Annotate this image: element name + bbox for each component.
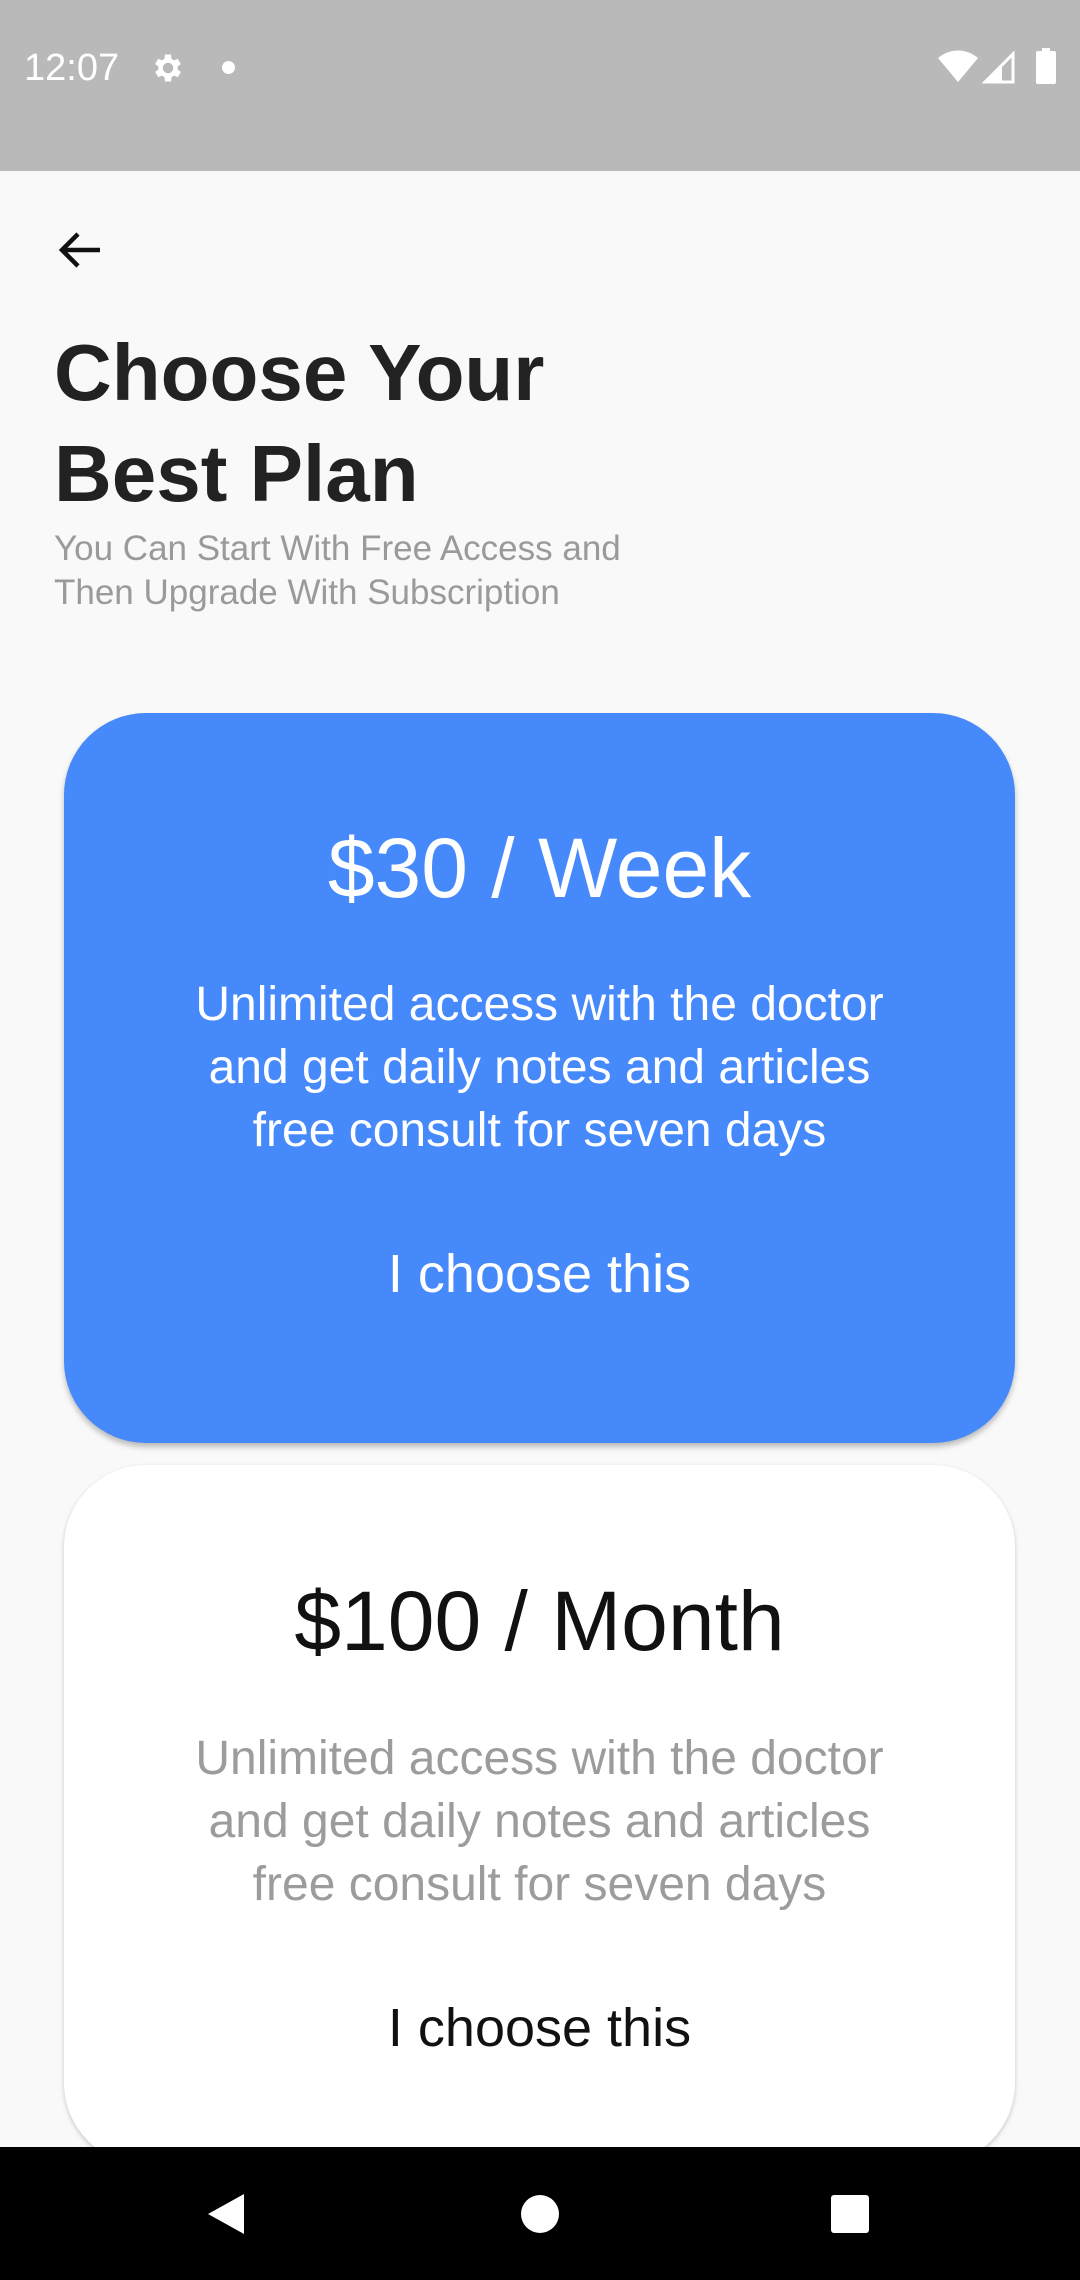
- plan-description-line-3: free consult for seven days: [252, 1104, 827, 1157]
- page-title-line-2: Best Plan: [54, 429, 419, 518]
- page-title-line-1: Choose Your: [54, 328, 545, 417]
- status-bar: 12:07: [0, 0, 1080, 171]
- choose-plan-button[interactable]: I choose this: [64, 1239, 1015, 1309]
- status-time: 12:07: [24, 47, 120, 89]
- battery-icon: [1036, 48, 1056, 84]
- nav-home-icon: [521, 2194, 559, 2233]
- nav-back-button[interactable]: [146, 2147, 306, 2280]
- plan-description-line-1: Unlimited access with the doctor: [195, 978, 884, 1031]
- plan-description: Unlimited access with the doctor and get…: [104, 973, 975, 1162]
- page-subtitle: You Can Start With Free Access and Then …: [54, 527, 774, 615]
- page-title: Choose Your Best Plan: [54, 322, 754, 524]
- plan-description: Unlimited access with the doctor and get…: [104, 1727, 975, 1916]
- nav-recents-icon: [831, 2194, 869, 2233]
- system-navigation-bar: [0, 2147, 1080, 2280]
- plan-description-line-3: free consult for seven days: [252, 1858, 827, 1911]
- settings-gear-icon: [155, 54, 181, 82]
- page-subtitle-line-2: Then Upgrade With Subscription: [54, 573, 560, 612]
- plan-description-line-1: Unlimited access with the doctor: [195, 1732, 884, 1785]
- back-button[interactable]: [40, 210, 120, 290]
- notification-dot-icon: [222, 61, 235, 74]
- nav-home-button[interactable]: [460, 2147, 620, 2280]
- wifi-icon: [938, 50, 978, 82]
- plan-description-line-2: and get daily notes and articles: [208, 1795, 871, 1848]
- plan-card-weekly[interactable]: $30 / Week Unlimited access with the doc…: [64, 713, 1015, 1443]
- nav-recents-button[interactable]: [770, 2147, 930, 2280]
- plan-description-line-2: and get daily notes and articles: [208, 1041, 871, 1094]
- cell-signal-icon: [982, 50, 1015, 84]
- plan-card-monthly[interactable]: $100 / Month Unlimited access with the d…: [64, 1465, 1015, 2165]
- arrow-left-icon: [58, 232, 100, 268]
- plan-price: $30 / Week: [327, 821, 752, 915]
- nav-back-icon: [208, 2193, 244, 2234]
- page-subtitle-line-1: You Can Start With Free Access and: [54, 529, 621, 568]
- choose-plan-button[interactable]: I choose this: [64, 1993, 1015, 2063]
- plan-price: $100 / Month: [294, 1574, 785, 1668]
